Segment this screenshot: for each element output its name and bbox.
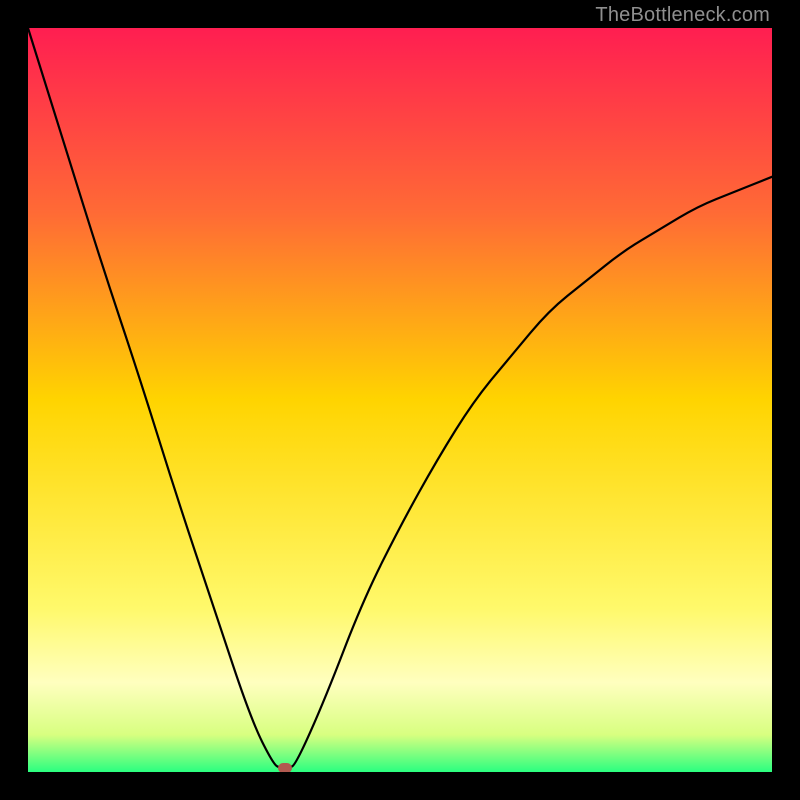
bottleneck-curve (28, 28, 772, 772)
plot-area (28, 28, 772, 772)
watermark-text: TheBottleneck.com (595, 4, 770, 27)
chart-frame: TheBottleneck.com (0, 0, 800, 800)
optimal-point-marker (278, 763, 292, 772)
